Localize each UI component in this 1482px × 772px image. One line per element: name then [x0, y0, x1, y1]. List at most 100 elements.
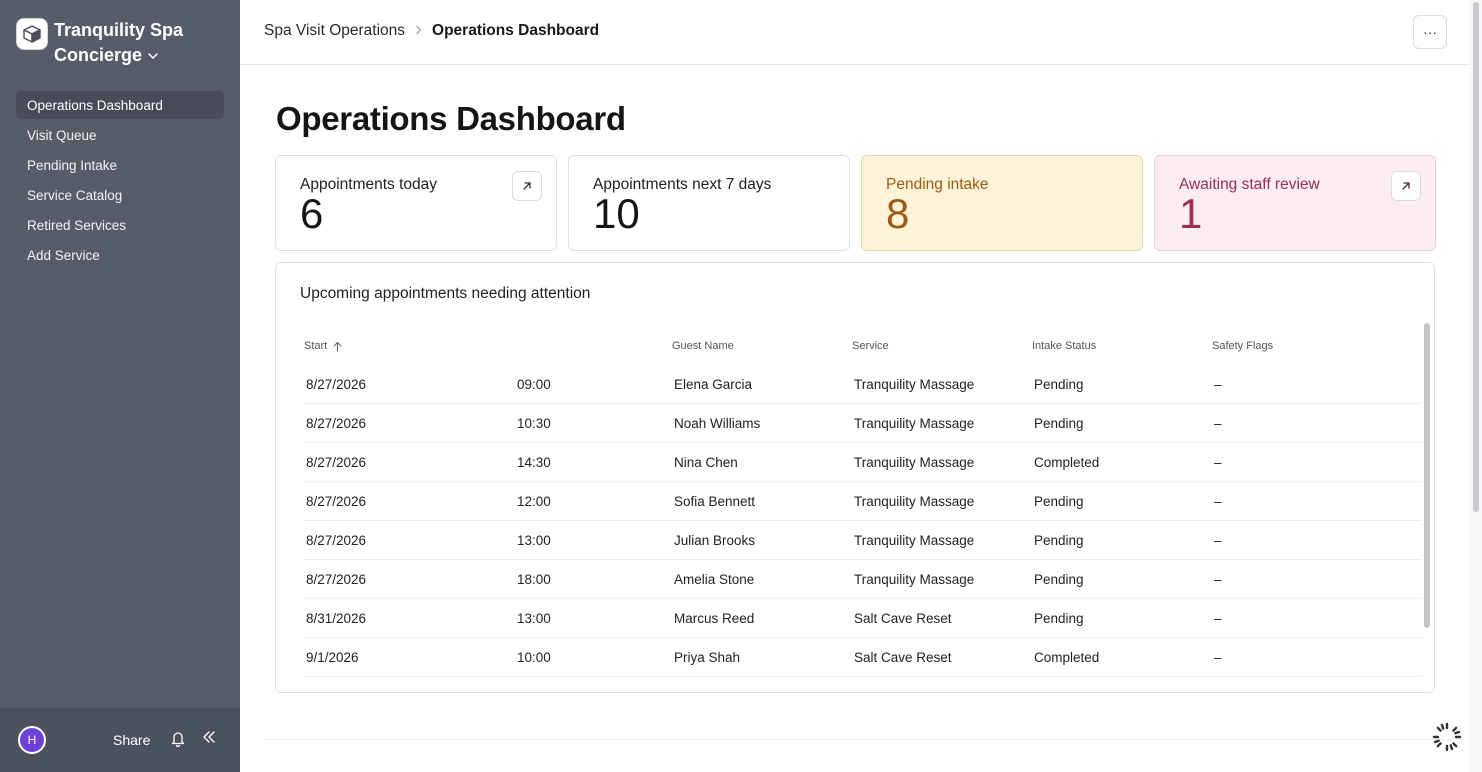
sidebar: Tranquility Spa Concierge Operations Das… — [0, 0, 240, 772]
cell-guest: Marcus Reed — [674, 611, 755, 626]
table-header: Start Guest Name Service Intake Status S… — [304, 340, 1422, 362]
table-body: 8/27/2026 09:00 Elena Garcia Tranquility… — [304, 365, 1422, 677]
cell-time: 09:00 — [517, 377, 551, 392]
cell-date: 8/27/2026 — [306, 455, 367, 470]
sidebar-nav: Operations Dashboard Visit Queue Pending… — [16, 91, 224, 271]
cell-safety-flags: – — [1214, 455, 1222, 470]
sidebar-footer: H Share — [0, 708, 240, 772]
cell-date: 9/1/2026 — [306, 650, 359, 665]
cell-safety-flags: – — [1214, 650, 1222, 665]
stat-card-awaiting-staff-review: Awaiting staff review 1 — [1154, 155, 1436, 251]
cell-guest: Amelia Stone — [674, 572, 755, 587]
cell-intake-status: Pending — [1034, 572, 1084, 587]
cell-date: 8/31/2026 — [306, 611, 367, 626]
chevron-right-icon — [415, 22, 422, 40]
loading-spinner-icon — [1431, 721, 1463, 753]
cell-safety-flags: – — [1214, 572, 1222, 587]
stat-card-appointments-next-7-days: Appointments next 7 days 10 — [568, 155, 850, 251]
page-scrollbar[interactable] — [1470, 0, 1482, 772]
app-switcher[interactable]: Tranquility Spa Concierge — [16, 18, 204, 68]
share-button[interactable]: Share — [113, 732, 150, 748]
page-title: Operations Dashboard — [276, 100, 626, 137]
collapse-sidebar-icon[interactable] — [202, 730, 216, 749]
cell-time: 13:00 — [517, 611, 551, 626]
open-link-button[interactable] — [512, 171, 542, 201]
sidebar-item-service-catalog[interactable]: Service Catalog — [16, 181, 224, 209]
more-options-button[interactable]: ··· — [1413, 15, 1447, 49]
column-header-label: Start — [304, 340, 328, 352]
open-link-button[interactable] — [1391, 171, 1421, 201]
sidebar-item-pending-intake[interactable]: Pending Intake — [16, 151, 224, 179]
cell-service: Salt Cave Reset — [854, 611, 952, 626]
divider — [264, 739, 1464, 740]
app-name: Tranquility Spa Concierge — [54, 18, 204, 68]
page-scrollbar-thumb[interactable] — [1473, 2, 1479, 512]
sort-ascending-icon — [333, 341, 342, 352]
cell-service: Tranquility Massage — [854, 455, 975, 470]
cell-service: Tranquility Massage — [854, 572, 975, 587]
more-horizontal-icon: ··· — [1423, 24, 1437, 40]
cell-guest: Priya Shah — [674, 650, 741, 665]
cell-date: 8/27/2026 — [306, 416, 367, 431]
avatar[interactable]: H — [18, 726, 46, 754]
stat-card-value: 6 — [300, 190, 324, 237]
sidebar-item-add-service[interactable]: Add Service — [16, 241, 224, 269]
sidebar-item-operations-dashboard[interactable]: Operations Dashboard — [16, 91, 224, 119]
cell-time: 12:00 — [517, 494, 551, 509]
cell-date: 8/27/2026 — [306, 494, 367, 509]
arrow-up-right-icon — [1402, 182, 1410, 190]
column-header-intake-status[interactable]: Intake Status — [1032, 340, 1096, 352]
cell-safety-flags: – — [1214, 611, 1222, 626]
breadcrumb-current: Operations Dashboard — [432, 22, 600, 39]
app-name-line1: Tranquility Spa — [54, 20, 184, 40]
cell-time: 10:00 — [517, 650, 551, 665]
app-logo-icon — [16, 18, 48, 50]
cell-guest: Elena Garcia — [674, 377, 753, 392]
cell-guest: Julian Brooks — [674, 533, 756, 548]
breadcrumb-parent-link[interactable]: Spa Visit Operations — [264, 22, 405, 40]
column-header-service[interactable]: Service — [852, 340, 889, 352]
cell-intake-status: Pending — [1034, 377, 1084, 392]
table-row[interactable]: 8/27/2026 12:00 Sofia Bennett Tranquilit… — [304, 482, 1422, 521]
table-row[interactable]: 8/31/2026 13:00 Marcus Reed Salt Cave Re… — [304, 599, 1422, 638]
stat-card-appointments-today: Appointments today 6 — [275, 155, 557, 251]
app-name-line2: Concierge — [54, 45, 143, 65]
table-row[interactable]: 8/27/2026 18:00 Amelia Stone Tranquility… — [304, 560, 1422, 599]
stat-card-pending-intake: Pending intake 8 — [861, 155, 1143, 251]
cell-service: Salt Cave Reset — [854, 650, 952, 665]
cell-date: 8/27/2026 — [306, 572, 367, 587]
cell-safety-flags: – — [1214, 416, 1222, 431]
cell-intake-status: Completed — [1034, 455, 1100, 470]
table-row[interactable]: 8/27/2026 09:00 Elena Garcia Tranquility… — [304, 365, 1422, 404]
chevron-down-icon[interactable] — [148, 42, 158, 67]
table-row[interactable]: 9/1/2026 10:00 Priya Shah Salt Cave Rese… — [304, 638, 1422, 677]
stat-card-value: 10 — [593, 190, 640, 237]
table-row[interactable]: 8/27/2026 13:00 Julian Brooks Tranquilit… — [304, 521, 1422, 560]
breadcrumb: Spa Visit Operations Operations Dashboar… — [264, 22, 599, 40]
stat-card-value: 8 — [886, 190, 910, 237]
table-row[interactable]: 8/27/2026 14:30 Nina Chen Tranquility Ma… — [304, 443, 1422, 482]
table-row[interactable]: 8/27/2026 10:30 Noah Williams Tranquilit… — [304, 404, 1422, 443]
cell-safety-flags: – — [1214, 494, 1222, 509]
cell-service: Tranquility Massage — [854, 416, 975, 431]
sidebar-item-visit-queue[interactable]: Visit Queue — [16, 121, 224, 149]
cell-time: 10:30 — [517, 416, 551, 431]
cell-intake-status: Pending — [1034, 533, 1084, 548]
column-header-guest-name[interactable]: Guest Name — [672, 340, 734, 352]
column-header-safety-flags[interactable]: Safety Flags — [1212, 340, 1273, 352]
cell-intake-status: Pending — [1034, 611, 1084, 626]
cell-service: Tranquility Massage — [854, 533, 975, 548]
panel-title: Upcoming appointments needing attention — [300, 285, 591, 302]
cell-time: 14:30 — [517, 455, 551, 470]
stat-card-value: 1 — [1179, 190, 1203, 237]
cell-safety-flags: – — [1214, 533, 1222, 548]
column-header-start[interactable]: Start — [304, 340, 342, 352]
cell-service: Tranquility Massage — [854, 494, 975, 509]
cell-time: 18:00 — [517, 572, 551, 587]
sidebar-item-retired-services[interactable]: Retired Services — [16, 211, 224, 239]
table-scrollbar[interactable] — [1424, 323, 1430, 628]
bell-icon[interactable] — [170, 730, 186, 752]
panel-fade — [276, 674, 1434, 692]
top-bar: Spa Visit Operations Operations Dashboar… — [240, 0, 1482, 65]
cell-service: Tranquility Massage — [854, 377, 975, 392]
